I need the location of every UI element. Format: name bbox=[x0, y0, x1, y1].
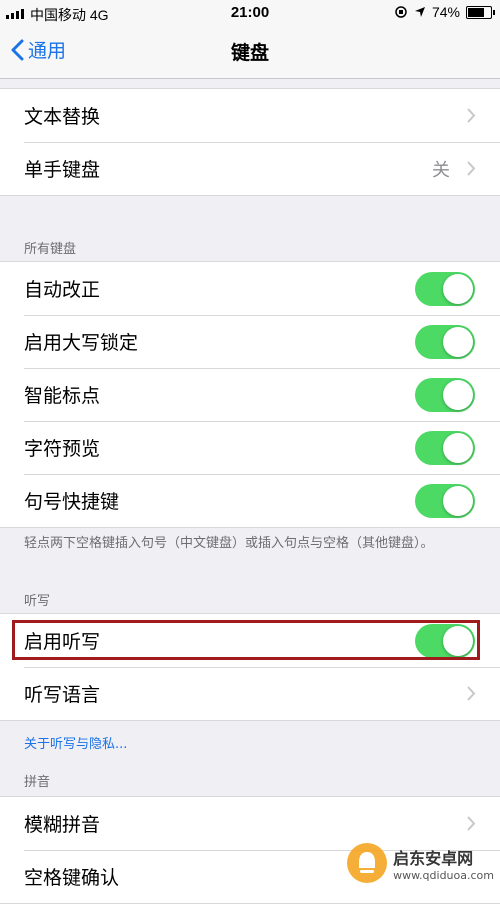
group-all-keyboards: 自动改正 启用大写锁定 智能标点 字符预览 句号快捷键 bbox=[0, 261, 500, 528]
row-label: 单手键盘 bbox=[24, 159, 101, 181]
chevron-right-icon bbox=[467, 686, 476, 701]
orientation-lock-icon bbox=[395, 6, 407, 18]
site-watermark: 启东安卓网 www.qdiduoa.com bbox=[347, 843, 494, 883]
chevron-right-icon bbox=[467, 816, 476, 831]
group-text-settings: 文本替换 单手键盘 关 bbox=[0, 88, 500, 196]
caps-lock-toggle[interactable] bbox=[415, 325, 475, 359]
section-header-all-keyboards: 所有键盘 bbox=[24, 242, 77, 257]
period-shortcut-toggle[interactable] bbox=[415, 484, 475, 518]
watermark-name: 启东安卓网 bbox=[393, 848, 474, 868]
period-shortcut-row: 句号快捷键 bbox=[0, 474, 500, 527]
row-label: 智能标点 bbox=[24, 385, 101, 407]
enable-dictation-row: 启用听写 bbox=[0, 614, 500, 667]
row-label: 启用听写 bbox=[24, 631, 101, 653]
battery-percent: 74% bbox=[431, 4, 460, 20]
row-label: 听写语言 bbox=[24, 684, 101, 706]
caps-lock-row: 启用大写锁定 bbox=[0, 315, 500, 368]
row-label: 启用大写锁定 bbox=[24, 332, 139, 354]
row-label: 字符预览 bbox=[24, 438, 101, 460]
navigation-bar: 通用 键盘 bbox=[0, 26, 500, 79]
text-replacement-row[interactable]: 文本替换 bbox=[0, 89, 500, 142]
dictation-privacy-link[interactable]: 关于听写与隐私... bbox=[24, 733, 127, 752]
row-value: 关 bbox=[432, 159, 450, 181]
chevron-right-icon bbox=[467, 108, 476, 123]
row-label: 句号快捷键 bbox=[24, 491, 120, 513]
chevron-right-icon bbox=[467, 161, 476, 176]
battery-icon bbox=[466, 5, 495, 19]
group-dictation: 启用听写 听写语言 bbox=[0, 613, 500, 721]
watermark-url: www.qdiduoa.com bbox=[393, 868, 494, 882]
period-shortcut-footer: 轻点两下空格键插入句号（中文键盘）或插入句点与空格（其他键盘）。 bbox=[24, 536, 434, 551]
smart-punctuation-row: 智能标点 bbox=[0, 368, 500, 421]
section-header-pinyin: 拼音 bbox=[24, 775, 51, 790]
smart-punctuation-toggle[interactable] bbox=[415, 378, 475, 412]
location-icon bbox=[414, 7, 425, 17]
auto-correction-toggle[interactable] bbox=[415, 272, 475, 306]
section-header-dictation: 听写 bbox=[24, 594, 51, 609]
character-preview-toggle[interactable] bbox=[415, 431, 475, 465]
enable-dictation-toggle[interactable] bbox=[415, 624, 475, 658]
page-title: 键盘 bbox=[230, 42, 269, 64]
row-label: 文本替换 bbox=[24, 106, 101, 128]
dictation-language-row[interactable]: 听写语言 bbox=[0, 667, 500, 720]
watermark-logo-icon bbox=[347, 843, 388, 883]
row-label: 空格键确认 bbox=[24, 867, 120, 889]
row-label: 自动改正 bbox=[24, 279, 101, 301]
character-preview-row: 字符预览 bbox=[0, 421, 500, 474]
row-label: 模糊拼音 bbox=[24, 814, 101, 836]
status-bar: 中国移动 4G 21:00 74% bbox=[0, 0, 500, 26]
auto-correction-row: 自动改正 bbox=[0, 262, 500, 315]
one-handed-keyboard-row[interactable]: 单手键盘 关 bbox=[0, 142, 500, 195]
